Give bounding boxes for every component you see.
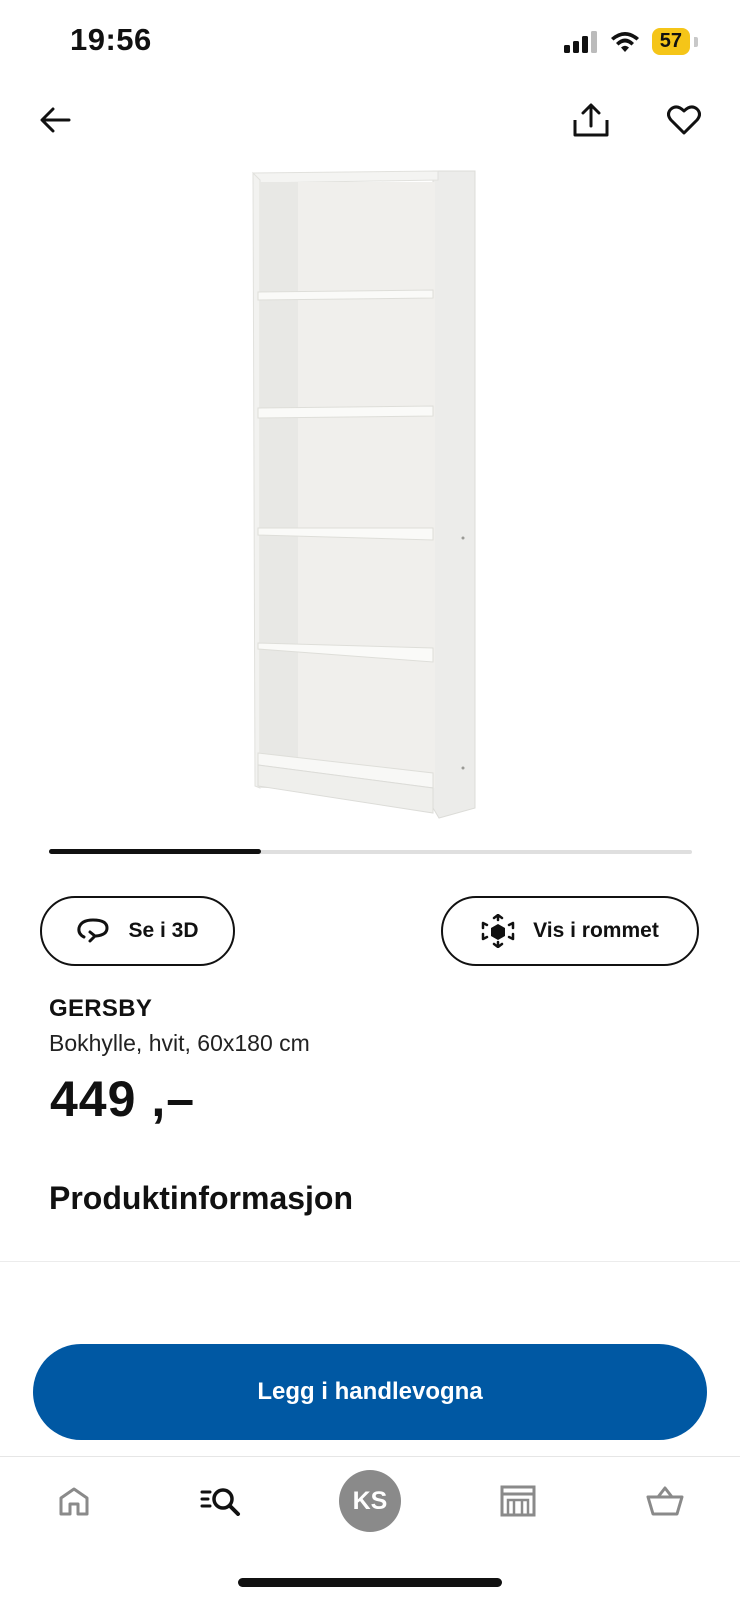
view-in-room-button[interactable]: Vis i rommet: [441, 896, 699, 966]
add-to-cart-button[interactable]: Legg i handlevogna: [33, 1344, 707, 1440]
add-to-cart-label: Legg i handlevogna: [257, 1378, 483, 1405]
product-image[interactable]: [250, 168, 490, 828]
store-icon: [500, 1485, 536, 1517]
share-button[interactable]: [569, 98, 613, 142]
avatar: KS: [339, 1470, 401, 1532]
view-3d-label: Se i 3D: [128, 919, 199, 942]
gallery-progress-fill: [49, 849, 262, 854]
section-divider: [0, 1261, 740, 1262]
tab-profile[interactable]: KS: [335, 1470, 405, 1532]
heart-icon: [667, 105, 701, 135]
home-indicator: [238, 1578, 502, 1587]
share-icon: [573, 103, 609, 137]
tab-cart[interactable]: [630, 1470, 700, 1532]
arrow-left-icon: [40, 107, 71, 133]
product-info-heading[interactable]: Produktinformasjon: [49, 1180, 353, 1217]
tab-bar-divider: [0, 1456, 740, 1457]
product-description: Bokhylle, hvit, 60x180 cm: [49, 1030, 310, 1056]
tab-store[interactable]: [483, 1470, 553, 1532]
gallery-progress: [49, 849, 692, 854]
battery-indicator: 57: [651, 28, 699, 55]
view-in-room-label: Vis i rommet: [533, 919, 659, 942]
favorite-button[interactable]: [662, 98, 706, 142]
tab-home[interactable]: [39, 1470, 109, 1532]
back-button[interactable]: [33, 98, 77, 142]
tab-search[interactable]: [186, 1470, 256, 1532]
view-3d-button[interactable]: Se i 3D: [40, 896, 235, 966]
product-price: 449 ,–: [50, 1071, 196, 1127]
search-list-icon: [200, 1488, 240, 1516]
basket-icon: [646, 1486, 684, 1516]
status-icons: 57: [563, 28, 699, 55]
home-icon: [59, 1487, 89, 1516]
product-name: GERSBY: [49, 995, 153, 1022]
signal-icon: [563, 30, 597, 53]
status-time: 19:56: [70, 22, 152, 57]
wifi-icon: [610, 31, 639, 52]
ar-cube-icon: [481, 914, 515, 948]
rotate-3d-icon: [77, 918, 109, 943]
